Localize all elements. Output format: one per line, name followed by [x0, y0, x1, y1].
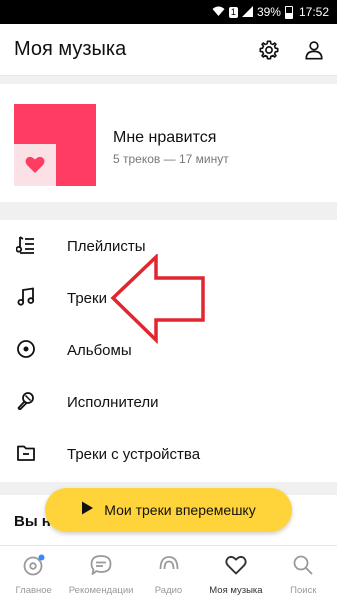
signal-icon	[241, 5, 253, 19]
liked-subtitle: 5 треков — 17 минут	[113, 152, 229, 166]
profile-icon[interactable]	[301, 37, 327, 63]
folder-icon	[15, 442, 37, 464]
tab-label-my-music: Моя музыка	[209, 585, 263, 596]
play-icon	[81, 501, 94, 520]
page-title: Моя музыка	[14, 38, 127, 60]
annotation-arrow	[108, 252, 208, 349]
menu-label-artists: Исполнители	[67, 393, 159, 411]
tab-label-search: Поиск	[290, 585, 317, 596]
disc-icon	[15, 338, 37, 360]
menu-item-artists[interactable]: Исполнители	[0, 376, 337, 428]
gear-icon[interactable]	[256, 37, 282, 63]
note-icon	[15, 286, 37, 308]
liked-tracks-card[interactable]: Мне нравится 5 треков — 17 минут	[0, 84, 337, 202]
liked-title: Мне нравится	[113, 129, 217, 146]
tab-search[interactable]: Поиск	[270, 546, 337, 600]
menu-label-device-tracks: Треки с устройства	[67, 445, 201, 463]
playlist-icon	[15, 234, 37, 256]
tab-label-radio: Радио	[154, 585, 183, 596]
sim-badge: 1	[228, 6, 238, 18]
tab-home[interactable]: Главное	[0, 546, 67, 600]
shuffle-button[interactable]: Мои треки вперемешку	[45, 488, 292, 532]
heart-outline-icon	[224, 553, 248, 582]
battery-icon	[284, 5, 293, 19]
tab-recommendations[interactable]: Рекомендации	[67, 546, 134, 600]
chat-icon	[89, 553, 113, 582]
menu-label-tracks: Треки	[67, 289, 107, 307]
clock: 17:52	[298, 5, 329, 19]
status-bar: 1 39% 17:52	[0, 0, 337, 24]
tab-my-music[interactable]: Моя музыка	[202, 546, 269, 600]
shuffle-label: Мои треки вперемешку	[104, 502, 256, 518]
liked-cover	[14, 104, 96, 186]
app-header: Моя музыка	[0, 24, 337, 76]
battery-percent: 39%	[256, 5, 281, 19]
tab-label-recommendations: Рекомендации	[68, 585, 134, 596]
wifi-icon	[212, 6, 225, 19]
menu-item-device-tracks[interactable]: Треки с устройства	[0, 428, 337, 480]
heart-icon	[14, 144, 56, 186]
tab-label-home: Главное	[15, 585, 52, 596]
bottom-tab-bar: Главное Рекомендации Радио Моя музыка По…	[0, 545, 337, 600]
menu-label-playlists: Плейлисты	[67, 237, 146, 255]
search-icon	[291, 553, 315, 582]
tab-radio[interactable]: Радио	[135, 546, 202, 600]
home-icon	[22, 553, 46, 582]
artist-icon	[15, 390, 37, 412]
radio-icon	[157, 553, 181, 582]
